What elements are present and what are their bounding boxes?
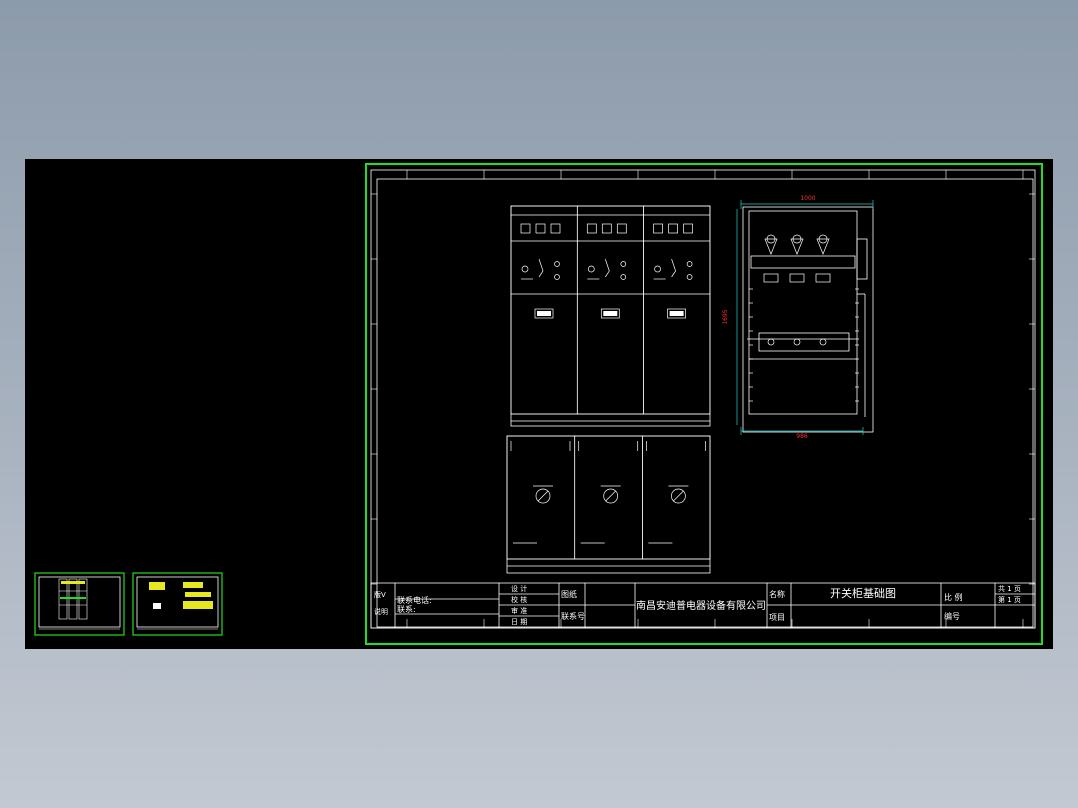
foundation-cell-1 [506, 435, 576, 560]
tb-name-label: 名称 [769, 589, 785, 599]
side-view: 1000 1695 986 [722, 195, 874, 440]
title-block: 版V 说明 联系电话: 联系: 设 计 校 核 审 准 日 期 图纸 联系号 南… [370, 582, 1036, 629]
drawing-canvas: 1000 1695 986 版V 说明 联系电话: 联系: 设 计 校 核 审 … [34, 163, 1043, 645]
tb-approve: 审 准 [511, 606, 527, 615]
tb-phone: 联系电话: [397, 595, 432, 605]
company-name: 南昌安迪普电器设备有限公司 [636, 599, 766, 612]
tb-number-label: 编号 [944, 611, 960, 621]
tb-revision: 版V [374, 590, 386, 599]
foundation-cell-2 [574, 435, 643, 560]
dim-height-side: 1695 [722, 309, 729, 324]
tb-scale-label: 比 例 [944, 592, 963, 602]
tb-design: 设 计 [511, 584, 527, 593]
thumbnail-1[interactable] [34, 572, 125, 636]
tb-item-label: 项目 [769, 613, 785, 622]
front-elevation [510, 205, 711, 427]
dim-width-bottom: 986 [796, 433, 808, 440]
tb-contact-no: 联系号 [561, 611, 585, 621]
dim-width-top: 1000 [800, 195, 815, 202]
cad-viewer: 1000 1695 986 版V 说明 联系电话: 联系: 设 计 校 核 审 … [0, 0, 1078, 808]
main-sheet [365, 163, 1043, 645]
tb-drawing: 图纸 [561, 589, 577, 599]
drawing-title: 开关柜基础图 [830, 586, 896, 600]
cad-viewport[interactable]: 1000 1695 986 版V 说明 联系电话: 联系: 设 计 校 核 审 … [25, 159, 1053, 649]
foundation-cell-3 [642, 435, 711, 560]
cabinet-1 [510, 205, 578, 415]
tb-check: 校 核 [511, 595, 527, 604]
tb-sheet-no: 第 1 页 [998, 595, 1021, 604]
thumbnail-2[interactable] [132, 572, 223, 636]
foundation-plan [506, 435, 711, 574]
tb-notes: 说明 [374, 607, 388, 616]
tb-date: 日 期 [511, 618, 527, 626]
cabinet-2 [576, 205, 644, 415]
cabinet-3 [643, 205, 711, 415]
tb-sheet-total: 共 1 页 [998, 584, 1021, 593]
tb-contact: 联系: [397, 604, 416, 614]
